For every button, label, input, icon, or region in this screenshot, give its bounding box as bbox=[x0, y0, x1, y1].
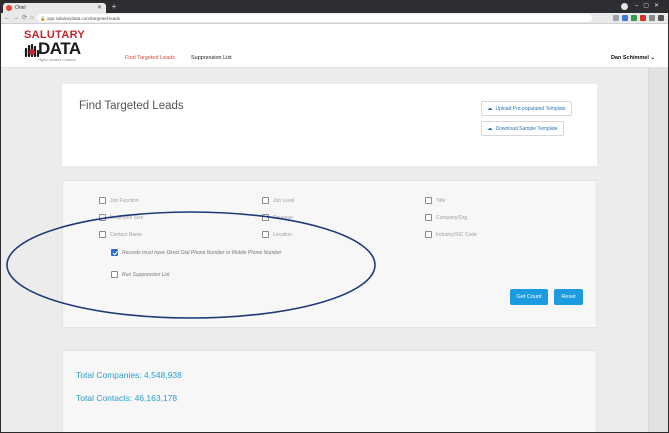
filter-company-org[interactable]: Company/Org bbox=[425, 214, 467, 221]
filter-label: Title bbox=[436, 197, 446, 204]
profile-icon[interactable] bbox=[621, 3, 628, 10]
total-contacts: Total Contacts: 46,163,178 bbox=[76, 393, 178, 403]
tab-title: Oriel bbox=[15, 5, 26, 11]
run-suppression-label: Run Suppression List bbox=[122, 271, 170, 278]
browser-tab-bar: Oriel ✕ + –▢✕ bbox=[1, 1, 668, 13]
totals-card: Total Companies: 4,548,938 Total Contact… bbox=[62, 350, 597, 432]
checkbox[interactable] bbox=[425, 197, 432, 204]
download-template-button[interactable]: ☁ Download Sample Template bbox=[481, 121, 564, 136]
reset-button[interactable]: Reset bbox=[554, 289, 583, 305]
tab-favicon-icon bbox=[6, 5, 12, 11]
run-suppression-checkbox[interactable] bbox=[111, 271, 118, 278]
filter-employee-size[interactable]: Employee Size bbox=[99, 214, 143, 221]
checkbox[interactable] bbox=[99, 197, 106, 204]
extension-icon[interactable] bbox=[640, 15, 646, 21]
address-url: app.salutarydata.com/targeted-leads bbox=[47, 15, 121, 21]
logo-tagline: Highly Curated Contacts bbox=[38, 58, 76, 62]
filter-industry-sic-code[interactable]: Industry/SIC Code bbox=[425, 231, 477, 238]
extension-icon[interactable] bbox=[631, 15, 637, 21]
filter-card: Job Function Employee Size Contact Name … bbox=[62, 180, 597, 328]
upload-template-button[interactable]: ☁ Upload Pre-populated Template bbox=[481, 101, 572, 116]
nav-suppression-list[interactable]: Suppression List bbox=[191, 55, 232, 61]
browser-nav-icons[interactable]: ←→⟳⌂ bbox=[4, 14, 37, 21]
browser-toolbar: ←→⟳⌂ 🔒 app.salutarydata.com/targeted-lea… bbox=[1, 13, 668, 24]
checkbox[interactable] bbox=[262, 197, 269, 204]
filter-job-function[interactable]: Job Function bbox=[99, 197, 139, 204]
filter-label: Revenue bbox=[273, 214, 294, 221]
filter-revenue[interactable]: Revenue bbox=[262, 214, 293, 221]
header-card: Find Targeted Leads ☁ Upload Pre-populat… bbox=[62, 84, 597, 166]
filter-label: Location bbox=[273, 231, 292, 238]
chevron-down-icon: ⌄ bbox=[650, 55, 655, 61]
filter-label: Employee Size bbox=[110, 214, 144, 221]
total-companies: Total Companies: 4,548,938 bbox=[76, 370, 182, 380]
require-phone-label: Records must have Direct Dial Phone Numb… bbox=[122, 249, 282, 256]
salutary-data-logo[interactable]: SALUTARY DATA Highly Curated Contacts bbox=[24, 29, 85, 65]
menu-icon[interactable] bbox=[658, 15, 664, 21]
new-tab-icon[interactable]: + bbox=[109, 2, 119, 11]
require-phone-option[interactable]: Records must have Direct Dial Phone Numb… bbox=[111, 249, 282, 256]
side-panel bbox=[648, 68, 668, 432]
browser-tab[interactable]: Oriel ✕ bbox=[3, 3, 106, 13]
filter-label: Job Function bbox=[110, 197, 139, 204]
filter-label: Job Level bbox=[273, 197, 295, 204]
upload-template-label: Upload Pre-populated Template bbox=[495, 105, 566, 112]
filter-contact-name[interactable]: Contact Name bbox=[99, 231, 142, 238]
cloud-download-icon: ☁ bbox=[487, 125, 493, 132]
user-menu[interactable]: Dan Schimmel ⌄ bbox=[611, 55, 655, 61]
checkbox[interactable] bbox=[262, 231, 269, 238]
checkbox[interactable] bbox=[99, 231, 106, 238]
filter-title[interactable]: Title bbox=[425, 197, 445, 204]
user-name: Dan Schimmel bbox=[610, 55, 649, 61]
extension-icon[interactable] bbox=[649, 15, 655, 21]
lock-icon: 🔒 bbox=[40, 15, 46, 21]
filter-label: Company/Org bbox=[436, 214, 468, 221]
checkbox[interactable] bbox=[425, 214, 432, 221]
filter-label: Industry/SIC Code bbox=[436, 231, 477, 238]
logo-bottom-text: DATA bbox=[38, 39, 81, 58]
checkbox[interactable] bbox=[99, 214, 106, 221]
nav-find-targeted-leads[interactable]: Find Targeted Leads bbox=[125, 55, 175, 61]
run-suppression-option[interactable]: Run Suppression List bbox=[111, 271, 170, 278]
window-controls[interactable]: –▢✕ bbox=[635, 2, 664, 9]
address-bar[interactable]: 🔒 app.salutarydata.com/targeted-leads bbox=[37, 14, 592, 22]
require-phone-checkbox[interactable] bbox=[111, 249, 118, 256]
app-header: SALUTARY DATA Highly Curated Contacts Fi… bbox=[1, 25, 668, 68]
filter-location[interactable]: Location bbox=[262, 231, 292, 238]
star-icon[interactable] bbox=[613, 15, 619, 21]
page-title: Find Targeted Leads bbox=[79, 100, 184, 112]
download-template-label: Download Sample Template bbox=[495, 125, 558, 132]
cloud-upload-icon: ☁ bbox=[487, 105, 493, 112]
extension-icons bbox=[613, 14, 664, 22]
filter-job-level[interactable]: Job Level bbox=[262, 197, 294, 204]
filter-label: Contact Name bbox=[110, 231, 142, 238]
checkbox[interactable] bbox=[262, 214, 269, 221]
tab-close-icon[interactable]: ✕ bbox=[97, 4, 102, 11]
extension-icon[interactable] bbox=[622, 15, 628, 21]
checkbox[interactable] bbox=[425, 231, 432, 238]
get-count-button[interactable]: Get Count bbox=[510, 289, 548, 305]
screenshot-frame: Oriel ✕ + –▢✕ ←→⟳⌂ 🔒 app.salutarydata.co… bbox=[0, 0, 669, 433]
page-content: Find Targeted Leads ☁ Upload Pre-populat… bbox=[1, 68, 668, 432]
